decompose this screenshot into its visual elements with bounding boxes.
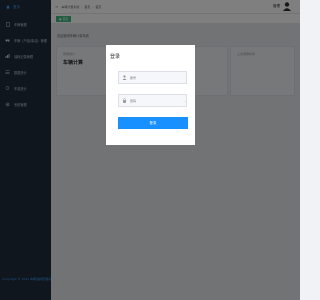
password-field[interactable]: ⌄	[118, 94, 187, 107]
username-field[interactable]	[118, 71, 187, 84]
username-input[interactable]	[130, 75, 185, 80]
login-dialog: 登录 ⌄ 登录	[106, 45, 195, 145]
user-icon	[122, 75, 127, 80]
chevron-down-icon[interactable]: ⌄	[183, 99, 186, 103]
login-button[interactable]: 登录	[118, 117, 188, 129]
lock-icon	[122, 98, 127, 103]
dialog-title: 登录	[110, 54, 121, 60]
password-input[interactable]	[130, 98, 184, 103]
